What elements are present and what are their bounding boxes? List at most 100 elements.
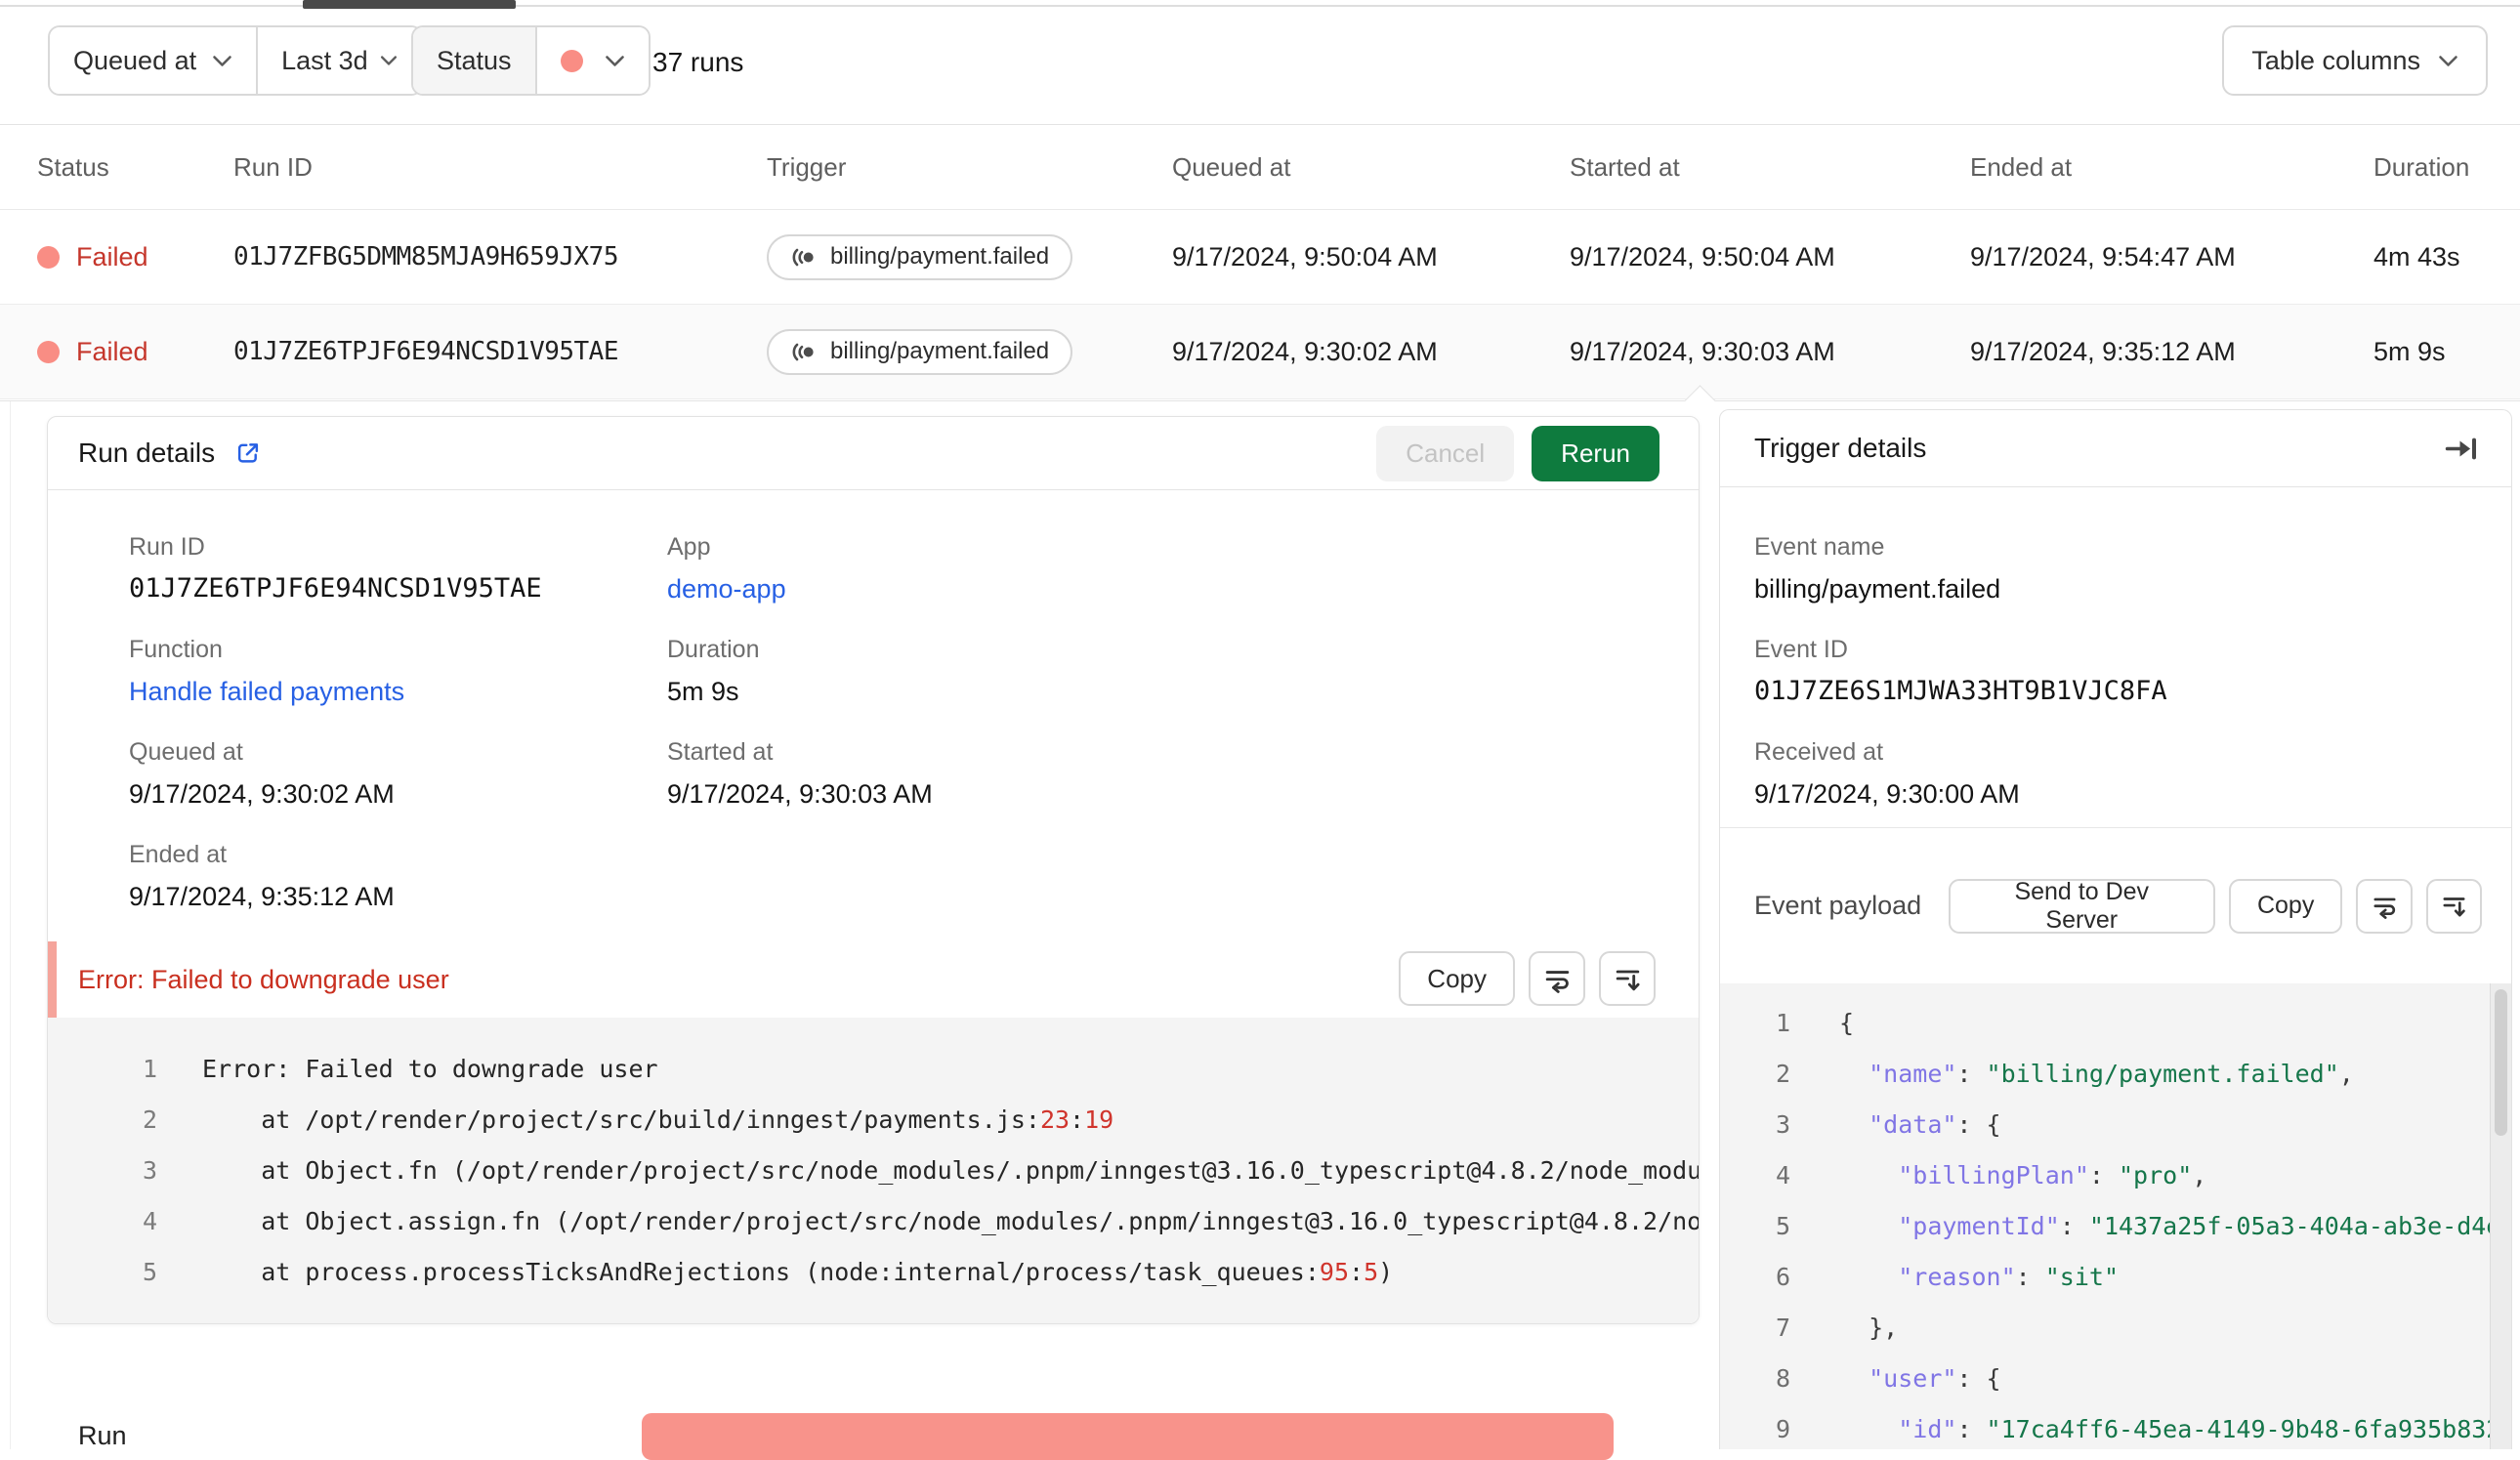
trigger-event-pill[interactable]: billing/payment.failed <box>767 328 1073 375</box>
copy-error-button[interactable]: Copy <box>1399 951 1515 1006</box>
chevron-down-icon <box>213 55 231 66</box>
trigger-details-title: Trigger details <box>1754 433 1927 463</box>
error-title: Error: Failed to downgrade user <box>78 964 449 994</box>
status-filter: Status <box>411 25 651 96</box>
rerun-button[interactable]: Rerun <box>1532 425 1659 481</box>
event-payload-json: 1{ 2 "name": "billing/payment.failed", 3 "… <box>1720 983 2511 1449</box>
code-line: 9 "id": "17ca4ff6-45ea-4149-9b48-6fa935b… <box>1775 1414 2501 1443</box>
cell-started-at: 9/17/2024, 9:50:04 AM <box>1570 241 1835 271</box>
cancel-button[interactable]: Cancel <box>1376 425 1515 481</box>
event-payload-actions: Send to Dev Server Copy <box>1948 878 2482 934</box>
table-header-row: Status Run ID Trigger Queued at Started … <box>0 126 2520 210</box>
code-line: 6 "reason": "sit" <box>1775 1262 2120 1291</box>
send-to-dev-server-button[interactable]: Send to Dev Server <box>1948 878 2215 934</box>
collapse-panel-icon[interactable] <box>2444 435 2476 463</box>
trigger-details-panel: Trigger details Event name billing/payme… <box>1719 409 2512 1449</box>
code-line: 8 "user": { <box>1775 1363 2001 1393</box>
timeline-failed-run-bar[interactable] <box>642 1413 1614 1460</box>
table-columns-button[interactable]: Table columns <box>2222 25 2488 96</box>
code-line: 4 "billingPlan": "pro", <box>1775 1160 2207 1189</box>
expand-lines-icon <box>1616 970 1640 990</box>
code-line: 3 "data": { <box>1775 1109 2001 1139</box>
copy-payload-button[interactable]: Copy <box>2228 878 2343 934</box>
runs-count: 37 runs <box>652 47 744 77</box>
code-line: 1 Error: Failed to downgrade user <box>142 1054 658 1083</box>
event-payload-header: Event payload Send to Dev Server Copy <box>1720 828 2511 983</box>
details-region: Run details Cancel Rerun Run ID 01J7ZE6T… <box>0 385 2520 1460</box>
col-header-queued: Queued at <box>1172 152 1291 182</box>
table-row-selected[interactable]: Failed 01J7ZE6TPJF6E94NCSD1V95TAE billin… <box>0 305 2520 399</box>
code-line: 3 at Object.fn (/opt/render/project/src/… <box>142 1155 1699 1185</box>
cell-trigger: billing/payment.failed <box>767 328 1172 375</box>
field-event-name: Event name billing/payment.failed <box>1754 533 2001 604</box>
status-filter-value-seg[interactable] <box>534 27 649 94</box>
filter-range-select[interactable]: Last 3d <box>256 27 421 94</box>
event-icon <box>792 343 814 360</box>
chevron-down-icon <box>2439 55 2457 66</box>
code-line: 1{ <box>1775 1008 1855 1037</box>
error-stack-trace: 1 Error: Failed to downgrade user 2 at /op… <box>48 1018 1699 1323</box>
filter-field-select[interactable]: Queued at <box>50 27 257 94</box>
code-line: 5 at process.processTicksAndRejections (… <box>142 1257 1394 1286</box>
table-row[interactable]: Failed 01J7ZFBG5DMM85MJA9H659JX75 billin… <box>0 210 2520 305</box>
code-line: 2 at /opt/render/project/src/build/innge… <box>142 1105 1114 1134</box>
app-link[interactable]: demo-app <box>667 573 1205 605</box>
trigger-details-header: Trigger details <box>1720 410 2511 487</box>
code-line: 2 "name": "billing/payment.failed", <box>1775 1059 2354 1088</box>
trigger-event-pill[interactable]: billing/payment.failed <box>767 233 1073 280</box>
cell-status: Failed <box>37 337 233 367</box>
chevron-down-icon <box>380 56 397 65</box>
field-started-at: Started at 9/17/2024, 9:30:03 AM <box>667 738 933 809</box>
chevron-down-icon <box>605 55 624 66</box>
col-header-ended: Ended at <box>1970 152 2073 182</box>
code-line: 5 "paymentId": "1437a25f-05a3-404a-ab3e-… <box>1775 1211 2501 1240</box>
status-label: Failed <box>76 241 148 271</box>
field-app: App demo-app <box>667 532 1205 605</box>
cell-queued-at: 9/17/2024, 9:30:02 AM <box>1172 336 1438 366</box>
expand-lines-button[interactable] <box>2425 878 2482 934</box>
failed-status-dot-icon <box>37 245 60 269</box>
status-filter-label-seg[interactable]: Status <box>413 27 535 94</box>
word-wrap-button[interactable] <box>2356 878 2413 934</box>
external-link-icon[interactable] <box>234 439 262 467</box>
cell-duration: 5m 9s <box>2373 336 2446 366</box>
field-function: Function Handle failed payments <box>129 635 667 707</box>
run-details-title: Run details <box>78 438 216 468</box>
status-filter-label: Status <box>437 45 512 75</box>
failed-status-dot-icon <box>37 340 60 363</box>
function-link[interactable]: Handle failed payments <box>129 676 667 707</box>
error-banner: Error: Failed to downgrade user Copy <box>48 941 1699 1018</box>
status-label: Failed <box>76 336 148 366</box>
cell-ended-at: 9/17/2024, 9:54:47 AM <box>1970 241 2236 271</box>
cell-duration: 4m 43s <box>2373 241 2460 271</box>
run-details-header: Run details Cancel Rerun <box>48 417 1699 490</box>
json-lines: 1{ 2 "name": "billing/payment.failed", 3 "… <box>1720 997 2511 1449</box>
col-header-trigger: Trigger <box>767 152 847 182</box>
failed-status-dot-icon <box>560 49 583 72</box>
payload-scrollbar[interactable] <box>2490 983 2511 1449</box>
trigger-details-fields: Event name billing/payment.failed Event … <box>1720 487 2511 810</box>
col-header-duration: Duration <box>2373 152 2470 182</box>
field-ended-at: Ended at 9/17/2024, 9:35:12 AM <box>129 841 395 911</box>
cell-trigger: billing/payment.failed <box>767 233 1172 280</box>
col-header-status: Status <box>37 152 109 182</box>
run-details-fields: Run ID 01J7ZE6TPJF6E94NCSD1V95TAE App de… <box>48 490 1699 912</box>
event-payload-title: Event payload <box>1754 891 1922 920</box>
cell-queued-at: 9/17/2024, 9:50:04 AM <box>1172 241 1438 271</box>
queued-at-filter: Queued at Last 3d <box>48 25 423 96</box>
scrollbar-thumb[interactable] <box>2495 989 2507 1136</box>
field-duration: Duration 5m 9s <box>667 636 760 706</box>
field-run-id: Run ID 01J7ZE6TPJF6E94NCSD1V95TAE <box>129 533 542 604</box>
filter-range-label: Last 3d <box>281 45 368 75</box>
trigger-event-name: billing/payment.failed <box>830 338 1050 364</box>
word-wrap-button[interactable] <box>1529 951 1585 1006</box>
expand-lines-icon <box>2443 897 2465 917</box>
active-tab-underline <box>303 0 516 9</box>
expand-lines-button[interactable] <box>1599 951 1656 1006</box>
cell-run-id: 01J7ZFBG5DMM85MJA9H659JX75 <box>233 242 619 271</box>
cell-run-id: 01J7ZE6TPJF6E94NCSD1V95TAE <box>233 337 619 366</box>
error-actions: Copy <box>1399 951 1656 1006</box>
runs-table: Status Run ID Trigger Queued at Started … <box>0 126 2520 399</box>
timeline-run-label: Run <box>78 1421 127 1450</box>
code-line: 7 }, <box>1775 1313 1899 1342</box>
